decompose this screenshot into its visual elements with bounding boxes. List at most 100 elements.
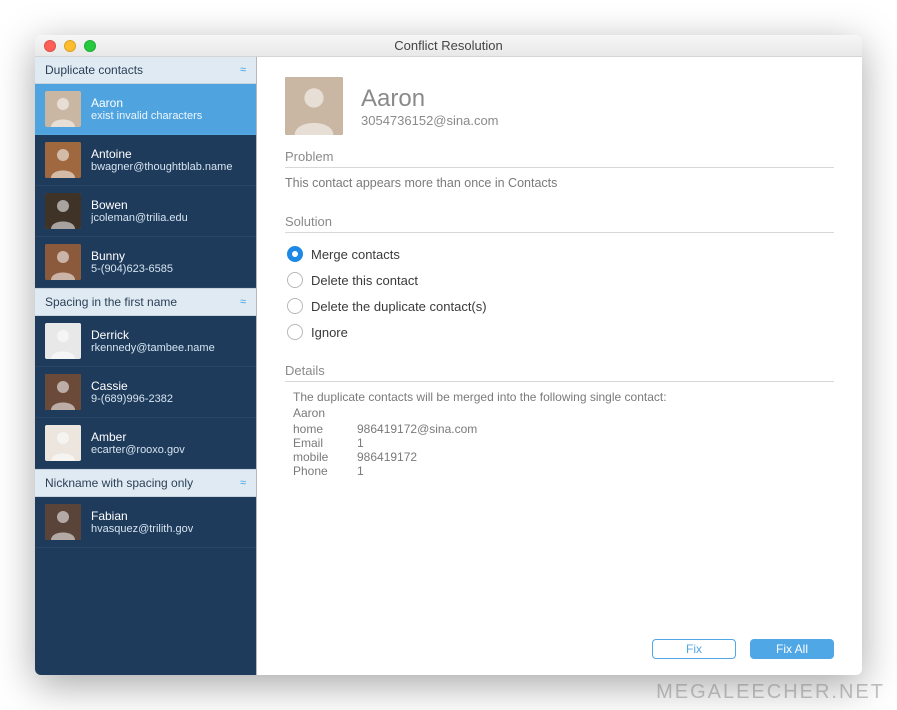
contact-sub: hvasquez@trilith.gov xyxy=(91,523,193,535)
avatar xyxy=(285,77,343,135)
radio-icon xyxy=(287,272,303,288)
contact-name: Cassie xyxy=(91,379,173,393)
details-name: Aaron xyxy=(293,406,834,420)
solution-option-label: Ignore xyxy=(311,325,348,340)
contact-item[interactable]: Amberecarter@rooxo.gov xyxy=(35,418,256,469)
contact-sub: jcoleman@trilia.edu xyxy=(91,212,188,224)
solution-option-label: Delete the duplicate contact(s) xyxy=(311,299,487,314)
detail-label: home xyxy=(293,422,357,436)
group-header[interactable]: Nickname with spacing only ≈ xyxy=(35,469,256,497)
contact-text: Derrickrkennedy@tambee.name xyxy=(91,328,215,354)
group-label: Nickname with spacing only xyxy=(45,476,193,490)
contact-text: Cassie9-(689)996-2382 xyxy=(91,379,173,405)
solution-option[interactable]: Merge contacts xyxy=(285,241,834,267)
traffic-lights xyxy=(35,40,96,52)
contact-name: Amber xyxy=(91,430,185,444)
contact-item[interactable]: Bowenjcoleman@trilia.edu xyxy=(35,186,256,237)
detail-label: mobile xyxy=(293,450,357,464)
contact-hero: Aaron 3054736152@sina.com xyxy=(285,77,834,135)
watermark: MEGALEECHER.NET xyxy=(656,681,885,704)
contact-name: Bowen xyxy=(91,198,188,212)
hero-text: Aaron 3054736152@sina.com xyxy=(361,85,499,128)
detail-row: Email1 xyxy=(293,436,834,450)
problem-heading: Problem xyxy=(285,149,834,168)
maximize-button[interactable] xyxy=(84,40,96,52)
collapse-icon: ≈ xyxy=(240,64,246,76)
contact-sub: 3054736152@sina.com xyxy=(361,113,499,128)
contact-text: Bowenjcoleman@trilia.edu xyxy=(91,198,188,224)
contact-item[interactable]: Antoinebwagner@thoughtblab.name xyxy=(35,135,256,186)
contact-sub: 9-(689)996-2382 xyxy=(91,393,173,405)
solution-heading: Solution xyxy=(285,214,834,233)
avatar xyxy=(45,323,81,359)
detail-value: 986419172 xyxy=(357,450,417,464)
group-header[interactable]: Duplicate contacts ≈ xyxy=(35,57,256,84)
details-body: The duplicate contacts will be merged in… xyxy=(285,390,834,478)
main-pane: Aaron 3054736152@sina.com Problem This c… xyxy=(257,57,862,675)
group-label: Duplicate contacts xyxy=(45,63,143,77)
avatar xyxy=(45,504,81,540)
contact-name: Aaron xyxy=(91,96,202,110)
detail-label: Phone xyxy=(293,464,357,478)
button-bar: Fix Fix All xyxy=(285,639,834,659)
fix-button[interactable]: Fix xyxy=(652,639,736,659)
detail-value: 1 xyxy=(357,464,364,478)
contact-item[interactable]: Derrickrkennedy@tambee.name xyxy=(35,316,256,367)
solution-option[interactable]: Ignore xyxy=(285,319,834,345)
solution-option-label: Merge contacts xyxy=(311,247,400,262)
contact-text: Fabianhvasquez@trilith.gov xyxy=(91,509,193,535)
contact-text: Aaronexist invalid characters xyxy=(91,96,202,122)
fix-all-button[interactable]: Fix All xyxy=(750,639,834,659)
avatar xyxy=(45,425,81,461)
detail-row: mobile986419172 xyxy=(293,450,834,464)
group-header[interactable]: Spacing in the first name ≈ xyxy=(35,288,256,316)
contact-text: Antoinebwagner@thoughtblab.name xyxy=(91,147,232,173)
collapse-icon: ≈ xyxy=(240,296,246,308)
contact-name: Bunny xyxy=(91,249,173,263)
solution-option-label: Delete this contact xyxy=(311,273,418,288)
solution-option[interactable]: Delete the duplicate contact(s) xyxy=(285,293,834,319)
contact-text: Bunny5-(904)623-6585 xyxy=(91,249,173,275)
contact-name: Derrick xyxy=(91,328,215,342)
radio-icon xyxy=(287,324,303,340)
window-title: Conflict Resolution xyxy=(35,38,862,53)
sidebar: Duplicate contacts ≈ Aaronexist invalid ch… xyxy=(35,57,257,675)
contact-sub: ecarter@rooxo.gov xyxy=(91,444,185,456)
content: Duplicate contacts≈Aaronexist invalid ch… xyxy=(35,57,862,675)
contact-item[interactable]: Aaronexist invalid characters xyxy=(35,84,256,135)
contact-sub: exist invalid characters xyxy=(91,110,202,122)
problem-section: Problem This contact appears more than o… xyxy=(285,149,834,196)
contact-name: Aaron xyxy=(361,85,499,113)
contact-item[interactable]: Bunny5-(904)623-6585 xyxy=(35,237,256,288)
avatar xyxy=(45,374,81,410)
detail-row: home986419172@sina.com xyxy=(293,422,834,436)
group-label: Spacing in the first name xyxy=(45,295,177,309)
contact-sub: rkennedy@tambee.name xyxy=(91,342,215,354)
solution-option[interactable]: Delete this contact xyxy=(285,267,834,293)
detail-value: 1 xyxy=(357,436,364,450)
details-heading: Details xyxy=(285,363,834,382)
close-button[interactable] xyxy=(44,40,56,52)
contact-name: Fabian xyxy=(91,509,193,523)
contact-item[interactable]: Cassie9-(689)996-2382 xyxy=(35,367,256,418)
radio-icon xyxy=(287,298,303,314)
avatar xyxy=(45,193,81,229)
details-section: Details The duplicate contacts will be m… xyxy=(285,363,834,478)
radio-icon xyxy=(287,246,303,262)
details-intro: The duplicate contacts will be merged in… xyxy=(293,390,834,404)
contact-sub: bwagner@thoughtblab.name xyxy=(91,161,232,173)
avatar xyxy=(45,91,81,127)
contact-text: Amberecarter@rooxo.gov xyxy=(91,430,185,456)
problem-text: This contact appears more than once in C… xyxy=(285,176,834,190)
minimize-button[interactable] xyxy=(64,40,76,52)
collapse-icon: ≈ xyxy=(240,477,246,489)
detail-row: Phone1 xyxy=(293,464,834,478)
solution-section: Solution Merge contacts Delete this conta… xyxy=(285,214,834,345)
contact-sub: 5-(904)623-6585 xyxy=(91,263,173,275)
titlebar: Conflict Resolution xyxy=(35,35,862,57)
contact-item[interactable]: Fabianhvasquez@trilith.gov xyxy=(35,497,256,548)
avatar xyxy=(45,244,81,280)
contact-name: Antoine xyxy=(91,147,232,161)
detail-label: Email xyxy=(293,436,357,450)
detail-value: 986419172@sina.com xyxy=(357,422,477,436)
